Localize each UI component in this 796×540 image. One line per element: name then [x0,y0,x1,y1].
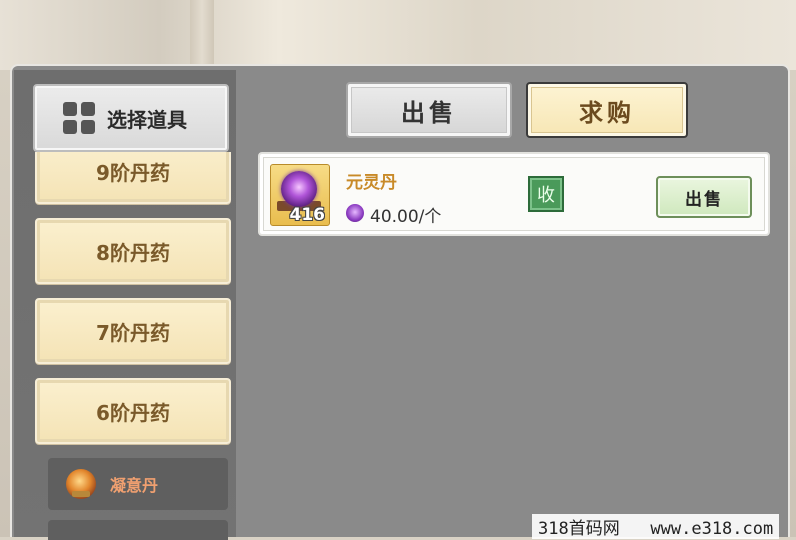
background-scene [0,0,796,70]
pill-icon [66,469,96,499]
background-pillar [190,0,214,70]
tab-buy[interactable]: 求购 [526,82,688,138]
sell-button[interactable]: 出售 [656,176,752,218]
orb-icon [281,171,317,207]
grid-icon [63,102,95,134]
watermark-text: 318首码网 www.e318.com [532,514,780,539]
category-item-8[interactable]: 8阶丹药 [35,218,231,284]
category-item-6[interactable]: 6阶丹药 [35,378,231,444]
subcategory-label: 凝意丹 [110,476,159,495]
subcategory-item-next[interactable] [48,520,228,540]
category-list: 9阶丹药 8阶丹药 7阶丹药 6阶丹药 [33,152,233,452]
spirit-coin-icon [346,204,364,222]
item-slot[interactable]: 416 [270,164,330,226]
item-name: 元灵丹 [346,173,397,193]
select-item-button[interactable]: 选择道具 [33,84,229,152]
select-item-label: 选择道具 [107,107,187,132]
item-quantity: 416 [289,205,326,225]
item-price: 40.00/个 [370,207,442,227]
subcategory-item[interactable]: 凝意丹 [48,458,228,510]
category-item-9[interactable]: 9阶丹药 [35,152,231,204]
tab-sell[interactable]: 出售 [346,82,512,138]
buy-request-badge: 收 [528,176,564,212]
category-item-7[interactable]: 7阶丹药 [35,298,231,364]
listing-card: 416 元灵丹 40.00/个 收 出售 [258,152,770,236]
